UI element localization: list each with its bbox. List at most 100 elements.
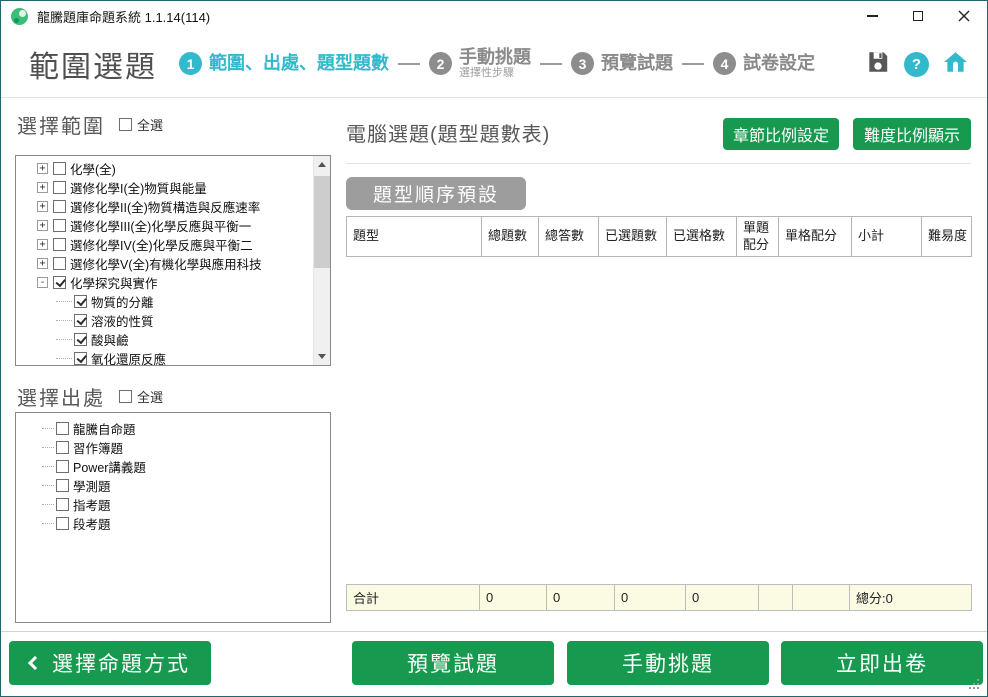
question-order-button[interactable]: 題型順序預設 — [346, 177, 526, 210]
source-item-label[interactable]: 指考題 — [73, 495, 111, 514]
step-separator — [540, 63, 562, 66]
help-button[interactable]: ? — [904, 52, 929, 77]
tree-item-label[interactable]: 溶液的性質 — [91, 311, 154, 330]
col-header-subtotal: 小計 — [852, 217, 922, 257]
save-icon — [865, 49, 891, 75]
expand-icon[interactable]: - — [37, 277, 48, 288]
tree-item-label[interactable]: 選修化學III(全)化學反應與平衡一 — [70, 216, 251, 235]
scope-tree-scrollbar[interactable] — [313, 156, 330, 365]
difficulty-ratio-button[interactable]: 難度比例顯示 — [853, 118, 971, 150]
tree-item-label[interactable]: 酸與鹼 — [91, 330, 129, 349]
step-4-label: 試卷設定 — [743, 54, 815, 74]
step-1-label: 範圍、出處、題型題數 — [209, 54, 389, 74]
scroll-down-button[interactable] — [314, 348, 330, 365]
tree-item-label[interactable]: 物質的分離 — [91, 292, 154, 311]
source-item-label[interactable]: 習作簿題 — [73, 438, 123, 457]
question-type-table-header: 題型 總題數 總答數 已選題數 已選格數 單題配分 單格配分 小計 難易度 — [346, 216, 972, 257]
chevron-left-icon — [28, 656, 42, 670]
source-item-label[interactable]: 學測題 — [73, 476, 111, 495]
expand-icon[interactable]: + — [37, 163, 48, 174]
tree-item-checkbox[interactable] — [74, 295, 87, 308]
expand-icon[interactable]: + — [37, 239, 48, 250]
expand-icon[interactable]: + — [37, 220, 48, 231]
tree-item-checkbox[interactable] — [53, 181, 66, 194]
tree-item-label[interactable]: 化學探究與實作 — [70, 273, 158, 292]
scroll-up-button[interactable] — [314, 156, 330, 173]
tree-item-label[interactable]: 選修化學V(全)有機化學與應用科技 — [70, 254, 262, 273]
source-item-label[interactable]: 龍騰自命題 — [73, 419, 136, 438]
tree-item-checkbox[interactable] — [53, 219, 66, 232]
tree-item-checkbox[interactable] — [74, 314, 87, 327]
wizard-steps: 1 範圍、出處、題型題數 2 手動挑題 選擇性步驟 3 預覽試題 — [179, 48, 815, 81]
list-item: 龍騰自命題 — [16, 419, 330, 438]
minimize-icon — [867, 15, 878, 17]
home-button[interactable] — [942, 49, 969, 80]
window-controls — [849, 1, 987, 31]
col-header-total-questions: 總題數 — [482, 217, 539, 257]
tree-item-checkbox[interactable] — [53, 238, 66, 251]
tree-item-label[interactable]: 選修化學IV(全)化學反應與平衡二 — [70, 235, 253, 254]
scope-select-all-checkbox[interactable] — [119, 118, 132, 131]
close-icon — [958, 10, 970, 22]
preview-questions-button[interactable]: 預覽試題 — [352, 641, 554, 685]
expand-icon[interactable]: + — [37, 201, 48, 212]
close-button[interactable] — [941, 1, 987, 31]
page-title: 範圍選題 — [29, 42, 157, 86]
chevron-up-icon — [318, 162, 326, 167]
col-header-selected-questions: 已選題數 — [599, 217, 667, 257]
generate-paper-button[interactable]: 立即出卷 — [781, 641, 983, 685]
computer-selection-title: 電腦選題(題型題數表) — [346, 118, 550, 147]
scrollbar-thumb[interactable] — [314, 176, 330, 268]
question-mark-icon: ? — [912, 56, 921, 73]
step-separator — [682, 63, 704, 66]
source-item-checkbox[interactable] — [56, 441, 69, 454]
summary-per-question — [759, 585, 793, 611]
source-item-checkbox[interactable] — [56, 422, 69, 435]
expand-icon[interactable]: + — [37, 182, 48, 193]
source-item-checkbox[interactable] — [56, 479, 69, 492]
back-to-mode-button[interactable]: 選擇命題方式 — [9, 641, 211, 685]
maximize-button[interactable] — [895, 1, 941, 31]
source-item-checkbox[interactable] — [56, 460, 69, 473]
col-header-difficulty: 難易度 — [922, 217, 972, 257]
header: 範圍選題 1 範圍、出處、題型題數 2 手動挑題 選擇性步驟 3 預覽試題 — [1, 31, 987, 98]
tree-item-label[interactable]: 氧化還原反應 — [91, 349, 166, 365]
tree-item-checkbox[interactable] — [53, 200, 66, 213]
tree-item-checkbox[interactable] — [74, 333, 87, 346]
tree-item: + 選修化學V(全)有機化學與應用科技 — [16, 254, 313, 273]
source-section-header: 選擇出處 全選 — [17, 381, 163, 411]
summary-total-questions: 0 — [480, 585, 547, 611]
resize-grip[interactable] — [969, 679, 981, 691]
source-select-all-label: 全選 — [137, 387, 163, 406]
scope-select-all-label: 全選 — [137, 115, 163, 134]
list-item: 指考題 — [16, 495, 330, 514]
source-title: 選擇出處 — [17, 382, 105, 411]
list-item: 習作簿題 — [16, 438, 330, 457]
step-2-number: 2 — [429, 52, 452, 75]
save-button[interactable] — [865, 49, 891, 80]
source-item-checkbox[interactable] — [56, 517, 69, 530]
tree-item-label[interactable]: 選修化學I(全)物質與能量 — [70, 178, 207, 197]
tree-item-checkbox[interactable] — [53, 162, 66, 175]
source-item-checkbox[interactable] — [56, 498, 69, 511]
source-item-label[interactable]: 段考題 — [73, 514, 111, 533]
scope-title: 選擇範圍 — [17, 110, 105, 139]
source-item-label[interactable]: Power講義題 — [73, 457, 146, 476]
chapter-ratio-button[interactable]: 章節比例設定 — [723, 118, 839, 150]
tree-item-checkbox[interactable] — [53, 257, 66, 270]
tree-item-label[interactable]: 選修化學II(全)物質構造與反應速率 — [70, 197, 260, 216]
minimize-button[interactable] — [849, 1, 895, 31]
step-3: 3 預覽試題 — [571, 52, 673, 75]
source-select-all-checkbox[interactable] — [119, 390, 132, 403]
step-2-label: 手動挑題 — [459, 48, 531, 68]
manual-pick-button[interactable]: 手動挑題 — [567, 641, 769, 685]
step-2-sublabel: 選擇性步驟 — [459, 67, 531, 80]
source-select-all: 全選 — [119, 387, 163, 406]
tree-item-checkbox[interactable] — [53, 276, 66, 289]
scope-select-all: 全選 — [119, 115, 163, 134]
expand-icon[interactable]: + — [37, 258, 48, 269]
step-1-number: 1 — [179, 52, 202, 75]
tree-item-checkbox[interactable] — [74, 352, 87, 365]
step-4-number: 4 — [713, 52, 736, 75]
tree-item-label[interactable]: 化學(全) — [70, 159, 116, 178]
